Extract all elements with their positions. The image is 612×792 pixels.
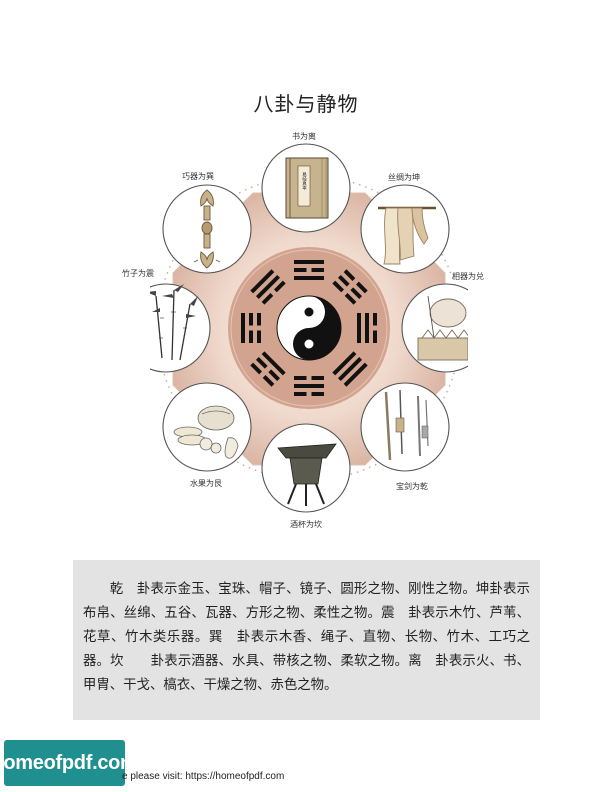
book-icon <box>285 157 329 219</box>
label-top-left: 巧器为巽 <box>182 172 214 181</box>
label-left: 竹子为震 <box>122 269 154 278</box>
description-paragraph: 乾 卦表示金玉、宝珠、帽子、镜子、圆形之物、刚性之物。坤卦表示布帛、丝绵、五谷、… <box>83 582 530 693</box>
description-box: 乾 卦表示金玉、宝珠、帽子、镜子、圆形之物、刚性之物。坤卦表示布帛、丝绵、五谷、… <box>73 560 540 720</box>
label-bottom-right: 宝剑为乾 <box>396 482 428 491</box>
footer-logo[interactable]: homeofpdf.com <box>0 740 138 786</box>
bagua-diagram: 易经真本 书为离 丝绸为坤 相器为兑 宝剑为乾 酒杯为坎 水果为艮 竹子为震 巧… <box>122 128 484 529</box>
label-right: 相器为兑 <box>452 272 484 281</box>
footer-text[interactable]: e please visit: https://homeofpdf.com <box>122 771 284 782</box>
yin-yang-icon <box>276 295 342 361</box>
circle-bottom-right <box>360 382 450 472</box>
label-top: 书为离 <box>292 132 316 141</box>
bagua-graphic: 易经真本 <box>150 143 468 513</box>
label-bottom-left: 水果为艮 <box>190 479 222 488</box>
page-title: 八卦与静物 <box>253 92 359 116</box>
label-bottom: 酒杯为坎 <box>290 520 322 529</box>
label-top-right: 丝绸为坤 <box>388 173 420 182</box>
book-cover-text: 易经真本 <box>302 172 307 192</box>
